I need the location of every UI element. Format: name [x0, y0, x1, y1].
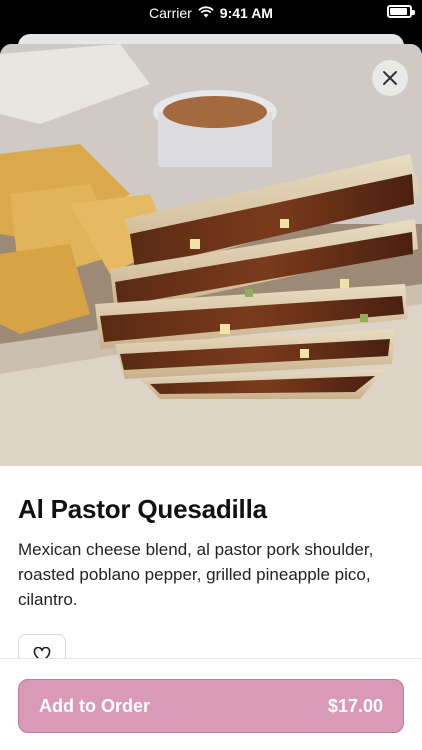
- close-button[interactable]: [372, 60, 408, 96]
- price-label: $17.00: [327, 695, 383, 716]
- add-to-order-button[interactable]: Add to Order $17.00: [18, 679, 404, 733]
- status-bar: Carrier 9:41 AM: [0, 0, 422, 26]
- item-title: Al Pastor Quesadilla: [18, 494, 267, 524]
- add-to-order-label: Add to Order: [39, 695, 150, 716]
- order-footer: Add to Order $17.00: [0, 658, 422, 750]
- time-label: 9:41 AM: [219, 5, 273, 21]
- item-detail-sheet: Al Pastor Quesadilla Mexican cheese blen…: [0, 44, 422, 750]
- wifi-icon: [198, 5, 214, 21]
- item-description: Mexican cheese blend, al pastor pork sho…: [18, 540, 374, 609]
- item-photo: [0, 44, 422, 466]
- status-center: Carrier 9:41 AM: [149, 5, 273, 21]
- carrier-label: Carrier: [149, 5, 192, 21]
- battery-icon: [387, 5, 415, 18]
- close-icon: [383, 71, 397, 85]
- item-details: Al Pastor Quesadilla Mexican cheese blen…: [18, 494, 404, 612]
